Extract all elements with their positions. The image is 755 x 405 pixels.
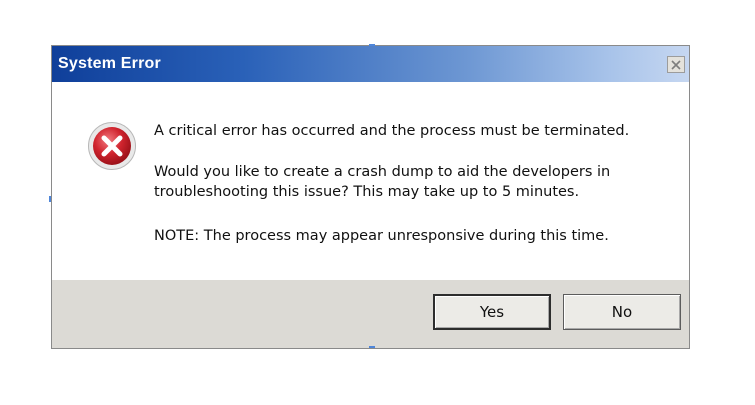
dialog-title: System Error xyxy=(58,55,161,72)
selection-handle-top xyxy=(369,44,375,46)
yes-button[interactable]: Yes xyxy=(433,294,551,330)
selection-handle-bottom xyxy=(369,346,375,348)
error-icon xyxy=(88,122,136,170)
selection-handle-left xyxy=(49,196,51,202)
note-message: NOTE: The process may appear unresponsiv… xyxy=(154,228,609,244)
close-icon xyxy=(671,60,681,70)
button-bar: Yes No xyxy=(52,280,689,348)
no-button[interactable]: No xyxy=(563,294,681,330)
title-bar[interactable]: System Error xyxy=(52,46,689,82)
crash-dump-prompt: Would you like to create a crash dump to… xyxy=(154,164,611,200)
system-error-dialog: System Error A critical error has occurr… xyxy=(51,45,690,349)
close-button[interactable] xyxy=(667,56,685,73)
error-message: A critical error has occurred and the pr… xyxy=(154,123,630,139)
dialog-content: A critical error has occurred and the pr… xyxy=(52,82,689,280)
